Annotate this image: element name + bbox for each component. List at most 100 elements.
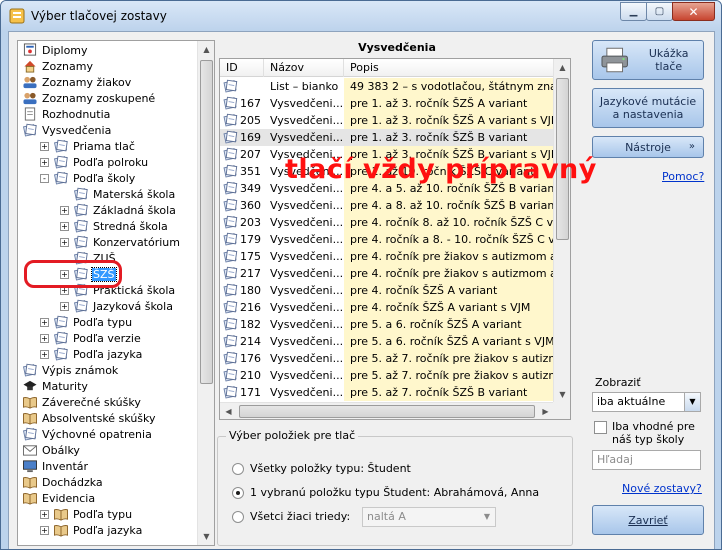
class-select-value: naltá A [367, 510, 406, 523]
column-header-name[interactable]: Názov [264, 59, 344, 77]
list-title: Vysvedčenia [358, 41, 436, 54]
title-bar[interactable]: Výber tlačovej zostavy ▁ ▢ ✕ [1, 1, 721, 31]
list-horizontal-scrollbar[interactable]: ◀ ▶ [220, 402, 554, 419]
scroll-down-icon[interactable]: ▼ [198, 528, 214, 545]
tree-item[interactable]: Obálky [22, 442, 81, 458]
expand-icon[interactable]: + [40, 317, 49, 327]
radio-class-students[interactable]: Všetci žiaci triedy: [232, 510, 350, 523]
tree-item[interactable]: Maturity [22, 378, 89, 394]
chevron-down-icon[interactable]: ▼ [684, 393, 700, 411]
tree-item[interactable]: Materská škola [60, 186, 176, 202]
search-input[interactable]: Hľadaj [592, 450, 701, 470]
column-header-id[interactable]: ID [220, 59, 264, 77]
table-row[interactable]: 210 Vysvedčeni... pre 5. až 7. ročník pre … [220, 367, 554, 384]
maximize-button[interactable]: ▢ [646, 2, 673, 21]
column-header-description[interactable]: Popis [344, 59, 554, 77]
tree-item[interactable]: Výchovné opatrenia [22, 426, 153, 442]
collapse-icon[interactable]: - [40, 173, 49, 183]
table-row[interactable]: 217 Vysvedčeni... pre 4. ročník pre žiakov… [220, 265, 554, 282]
table-row[interactable]: 175 Vysvedčeni... pre 4. ročník pre žiakov… [220, 248, 554, 265]
tree-item[interactable]: Záverečné skúšky [22, 394, 142, 410]
radio-class-indicator[interactable] [232, 510, 244, 523]
scroll-up-icon[interactable]: ▲ [198, 41, 214, 58]
tree-item[interactable]: Rozhodnutia [22, 106, 111, 122]
cell-description: pre 4. ročník ŠZŠ A variant [344, 282, 554, 299]
language-settings-button[interactable]: Jazykové mutácie a nastavenia [592, 88, 704, 128]
report-category-tree[interactable]: Diplomy Zoznamy Zoznamy žiakov Zoznamy zosk… [17, 40, 215, 546]
table-row[interactable]: 180 Vysvedčeni... pre 4. ročník ŠZŠ A vari… [220, 282, 554, 299]
tree-item[interactable]: - Podľa školy [40, 170, 136, 186]
tree-item[interactable]: Výpis známok [22, 362, 119, 378]
tree-item[interactable]: Dochádzka [22, 474, 104, 490]
tree-item[interactable]: + Podľa jazyka [40, 522, 143, 538]
close-button[interactable]: Zavrieť [592, 505, 704, 535]
scroll-up-icon[interactable]: ▲ [554, 59, 570, 76]
table-row[interactable]: 360 Vysvedčeni... pre 4. a 8. až 10. roční… [220, 197, 554, 214]
print-preview-button[interactable]: Ukážka tlače [592, 40, 704, 80]
tree-item[interactable]: + Podľa typu [40, 314, 133, 330]
tree-scroll-thumb[interactable] [200, 60, 213, 384]
expand-icon[interactable]: + [60, 237, 69, 247]
expand-icon[interactable]: + [40, 333, 49, 343]
tree-item[interactable]: Zoznamy žiakov [22, 74, 132, 90]
class-select[interactable]: naltá A ▼ [362, 507, 496, 527]
minimize-button[interactable]: ▁ [620, 2, 647, 21]
tree-item[interactable]: + Podľa typu [40, 506, 133, 522]
table-row[interactable]: 167 Vysvedčeni... pre 1. až 3. ročník ŠZŠ … [220, 95, 554, 112]
show-select[interactable]: iba aktuálne ▼ [592, 392, 701, 412]
tree-item[interactable]: Inventár [22, 458, 89, 474]
table-row[interactable]: 182 Vysvedčeni... pre 5. a 6. ročník ŠZŠ A… [220, 316, 554, 333]
tree-item[interactable]: Zoznamy zoskupené [22, 90, 156, 106]
table-row[interactable]: List – bianko 49 383 2 – s vodotlačou, št… [220, 78, 554, 95]
table-row[interactable]: 205 Vysvedčeni... pre 1. až 3. ročník ŠZŠ … [220, 112, 554, 129]
tree-item[interactable]: Evidencia [22, 490, 96, 506]
expand-icon[interactable]: + [40, 349, 49, 359]
tree-item[interactable]: Zoznamy [22, 58, 94, 74]
table-row[interactable]: 169 Vysvedčeni... pre 1. až 3. ročník ŠZŠ … [220, 129, 554, 146]
list-vertical-scrollbar[interactable]: ▲ ▼ [553, 59, 570, 403]
tree-item[interactable]: Vysvedčenia [22, 122, 112, 138]
scroll-right-icon[interactable]: ▶ [537, 403, 554, 419]
scroll-left-icon[interactable]: ◀ [220, 403, 237, 419]
tree-item[interactable]: + Stredná škola [60, 218, 169, 234]
radio-one-indicator[interactable] [232, 486, 244, 499]
list-hscroll-thumb[interactable] [239, 405, 535, 418]
table-row[interactable]: 179 Vysvedčeni... pre 4. ročník a 8. - 10.… [220, 231, 554, 248]
expand-icon[interactable]: + [60, 205, 69, 215]
tree-item[interactable]: + Podľa polroku [40, 154, 149, 170]
tree-item[interactable]: Diplomy [22, 42, 89, 58]
table-row[interactable]: 216 Vysvedčeni... pre 4. ročník ŠZŠ A vari… [220, 299, 554, 316]
expand-icon[interactable]: + [60, 301, 69, 311]
expand-icon[interactable]: + [60, 221, 69, 231]
expand-icon[interactable]: + [40, 157, 49, 167]
tree-item-label: Základná škola [93, 203, 176, 217]
chevron-down-icon[interactable]: ▼ [479, 508, 495, 526]
expand-icon[interactable]: + [40, 141, 49, 151]
table-row[interactable]: 214 Vysvedčeni... pre 5. a 6. ročník ŠZŠ A… [220, 333, 554, 350]
tools-button[interactable]: Nástroje » [592, 136, 704, 158]
tree-item[interactable]: Absolventské skúšky [22, 410, 157, 426]
radio-all-indicator[interactable] [232, 462, 244, 475]
tree-item[interactable]: + Základná škola [60, 202, 177, 218]
tree-item-label: Podľa školy [73, 171, 136, 185]
tree-item[interactable]: + Podľa jazyka [40, 346, 143, 362]
tree-item[interactable]: + Podľa verzie [40, 330, 142, 346]
tree-vertical-scrollbar[interactable]: ▲ ▼ [197, 41, 214, 545]
expand-icon[interactable]: + [40, 509, 49, 519]
tree-item[interactable]: + Konzervatórium [60, 234, 181, 250]
new-reports-link[interactable]: Nové zostavy? [622, 482, 702, 495]
radio-all-students[interactable]: Všetky položky typu: Študent [232, 462, 411, 475]
close-window-button[interactable]: ✕ [672, 2, 715, 21]
table-row[interactable]: 171 Vysvedčeni... pre 5. až 7. ročník ŠZŠ … [220, 384, 554, 401]
report-list[interactable]: ID Názov Popis List – bianko 49 383 2 – s… [219, 58, 571, 420]
tree-item[interactable]: + Jazyková škola [60, 298, 174, 314]
scroll-down-icon[interactable]: ▼ [554, 386, 570, 403]
table-row[interactable]: 176 Vysvedčeni... pre 5. až 7. ročník pre … [220, 350, 554, 367]
table-row[interactable]: 203 Vysvedčeni... pre 4. ročník 8. až 10. … [220, 214, 554, 231]
expand-icon[interactable]: + [40, 525, 49, 535]
radio-one-student[interactable]: 1 vybranú položku typu Študent: Abrahámo… [232, 486, 539, 499]
school-type-filter-checkbox[interactable] [594, 421, 607, 434]
report-card-icon [223, 351, 238, 365]
help-link[interactable]: Pomoc? [662, 170, 704, 183]
tree-item[interactable]: + Priama tlač [40, 138, 136, 154]
